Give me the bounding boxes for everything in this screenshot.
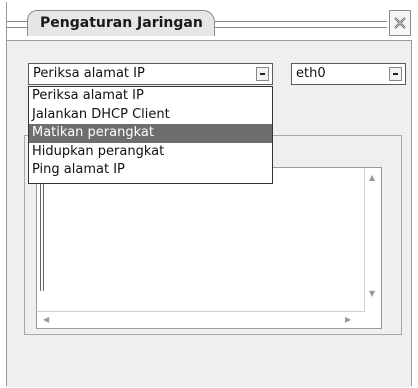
- horizontal-scrollbar[interactable]: ◀ ▶: [37, 311, 365, 328]
- title-decoration-left: [7, 21, 27, 28]
- action-dropdown-list: Periksa alamat IP Jalankan DHCP Client M…: [28, 86, 273, 184]
- dropdown-option-enable-device[interactable]: Hidupkan perangkat: [29, 143, 272, 162]
- chevron-down-icon[interactable]: [389, 67, 402, 81]
- output-textarea[interactable]: ▲ ▼ ◀ ▶: [36, 167, 382, 329]
- scroll-right-icon[interactable]: ▶: [345, 316, 351, 324]
- dropdown-option-ping-ip[interactable]: Ping alamat IP: [29, 161, 272, 180]
- title-bar[interactable]: Pengaturan Jaringan: [7, 2, 413, 40]
- interface-select-value: eth0: [296, 66, 326, 81]
- scroll-left-icon[interactable]: ◀: [43, 316, 49, 324]
- scroll-down-icon[interactable]: ▼: [369, 290, 375, 298]
- window-title: Pengaturan Jaringan: [40, 15, 203, 31]
- title-tab: Pengaturan Jaringan: [27, 10, 215, 36]
- interface-select[interactable]: eth0: [291, 63, 406, 85]
- action-select[interactable]: Periksa alamat IP: [28, 63, 273, 85]
- dropdown-option-disable-device[interactable]: Matikan perangkat: [29, 124, 272, 143]
- close-icon: [394, 17, 406, 29]
- chevron-down-icon[interactable]: [256, 67, 269, 81]
- dropdown-option-run-dhcp[interactable]: Jalankan DHCP Client: [29, 106, 272, 125]
- close-button[interactable]: [389, 10, 411, 36]
- text-cursor-margin: [40, 171, 44, 291]
- vertical-scrollbar[interactable]: ▲ ▼: [364, 168, 381, 312]
- action-select-value: Periksa alamat IP: [33, 66, 145, 81]
- scroll-up-icon[interactable]: ▲: [369, 174, 375, 182]
- title-decoration-right: [215, 21, 387, 28]
- dropdown-option-check-ip[interactable]: Periksa alamat IP: [29, 87, 272, 106]
